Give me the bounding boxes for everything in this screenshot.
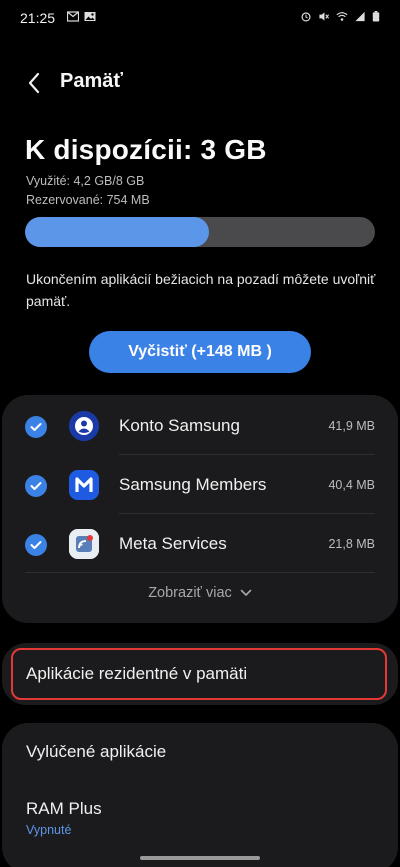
signal-icon — [355, 11, 365, 22]
checkbox-checked[interactable] — [25, 475, 47, 497]
list-item[interactable]: Samsung Members 40,4 MB — [2, 455, 398, 513]
clean-button[interactable]: Vyčistiť (+148 MB ) — [89, 331, 311, 373]
check-icon — [30, 423, 42, 431]
show-more-button[interactable]: Zobraziť viac — [2, 585, 398, 601]
app-size: 41,9 MB — [328, 419, 375, 433]
info-text: Ukončením aplikácií bežiacich na pozadí … — [26, 271, 376, 309]
chevron-down-icon — [240, 589, 252, 596]
page-title: Pamäť — [60, 70, 123, 92]
resident-apps-label[interactable]: Aplikácie rezidentné v pamäti — [26, 664, 247, 684]
checkbox-checked[interactable] — [25, 534, 47, 556]
app-name: Konto Samsung — [119, 416, 240, 435]
app-size: 21,8 MB — [328, 537, 375, 551]
memory-usage-bar — [25, 217, 375, 247]
app-name: Meta Services — [119, 534, 227, 553]
gallery-icon — [84, 12, 96, 21]
home-indicator[interactable] — [140, 856, 260, 860]
wifi-calling-icon — [336, 12, 348, 21]
memory-usage-fill — [25, 217, 209, 247]
app-list-card: Konto Samsung 41,9 MB Samsung Members 40… — [2, 395, 398, 623]
app-name: Samsung Members — [119, 475, 267, 494]
meta-services-icon — [69, 529, 99, 559]
samsung-members-icon — [69, 470, 99, 500]
list-item[interactable]: Meta Services 21,8 MB — [2, 514, 398, 572]
samsung-account-icon — [69, 411, 99, 441]
back-button[interactable] — [18, 67, 50, 99]
ram-plus-status: Vypnuté — [26, 823, 72, 837]
alarm-icon — [301, 12, 311, 22]
chevron-left-icon — [28, 72, 40, 94]
mute-icon — [319, 12, 330, 21]
check-icon — [30, 541, 42, 549]
battery-icon — [372, 11, 380, 22]
used-memory: Využité: 4,2 GB/8 GB — [26, 174, 145, 188]
gmail-icon — [67, 11, 79, 22]
status-bar: 21:25 — [0, 0, 400, 36]
ram-plus-item[interactable]: RAM Plus — [26, 799, 102, 819]
check-icon — [30, 482, 42, 490]
show-more-label: Zobraziť viac — [148, 585, 232, 601]
checkbox-checked[interactable] — [25, 416, 47, 438]
list-item[interactable]: Konto Samsung 41,9 MB — [2, 396, 398, 454]
app-size: 40,4 MB — [328, 478, 375, 492]
header: Pamäť — [0, 60, 400, 104]
divider — [25, 572, 375, 573]
available-memory: K dispozícii: 3 GB — [25, 134, 267, 165]
status-time: 21:25 — [20, 10, 56, 26]
excluded-apps-item[interactable]: Vylúčené aplikácie — [26, 742, 166, 762]
reserved-memory: Rezervované: 754 MB — [26, 193, 150, 207]
